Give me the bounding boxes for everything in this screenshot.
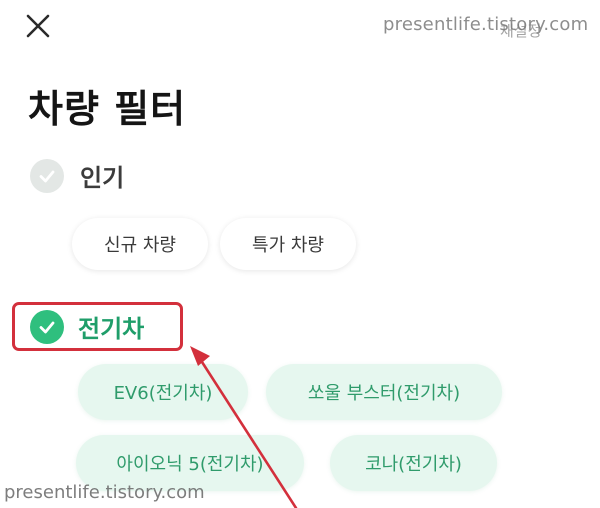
section-popular-label: 인기 (80, 164, 125, 192)
checkbox-ev[interactable] (30, 309, 64, 344)
chip-new-vehicle[interactable]: 신규 차량 (72, 218, 208, 270)
check-icon (39, 170, 55, 182)
close-button[interactable] (18, 8, 58, 44)
chip-kona[interactable]: 코나(전기차) (330, 435, 497, 491)
chip-ev6[interactable]: EV6(전기차) (78, 364, 248, 420)
check-icon (39, 321, 55, 333)
section-popular-toggle[interactable]: 인기 (30, 158, 124, 193)
page-title: 차량 필터 (28, 87, 187, 131)
chip-soul-booster[interactable]: 쏘울 부스터(전기차) (266, 364, 502, 420)
section-ev-toggle[interactable]: 전기차 (30, 309, 144, 344)
section-ev-label: 전기차 (78, 315, 145, 343)
watermark-top: presentlife.tistory.com (383, 14, 589, 35)
reset-button[interactable]: 재설정 (500, 20, 541, 41)
checkbox-popular[interactable] (30, 158, 64, 193)
chip-ioniq5[interactable]: 아이오닉 5(전기차) (76, 435, 304, 491)
close-icon (26, 14, 50, 38)
chip-special-price-vehicle[interactable]: 특가 차량 (220, 218, 356, 270)
